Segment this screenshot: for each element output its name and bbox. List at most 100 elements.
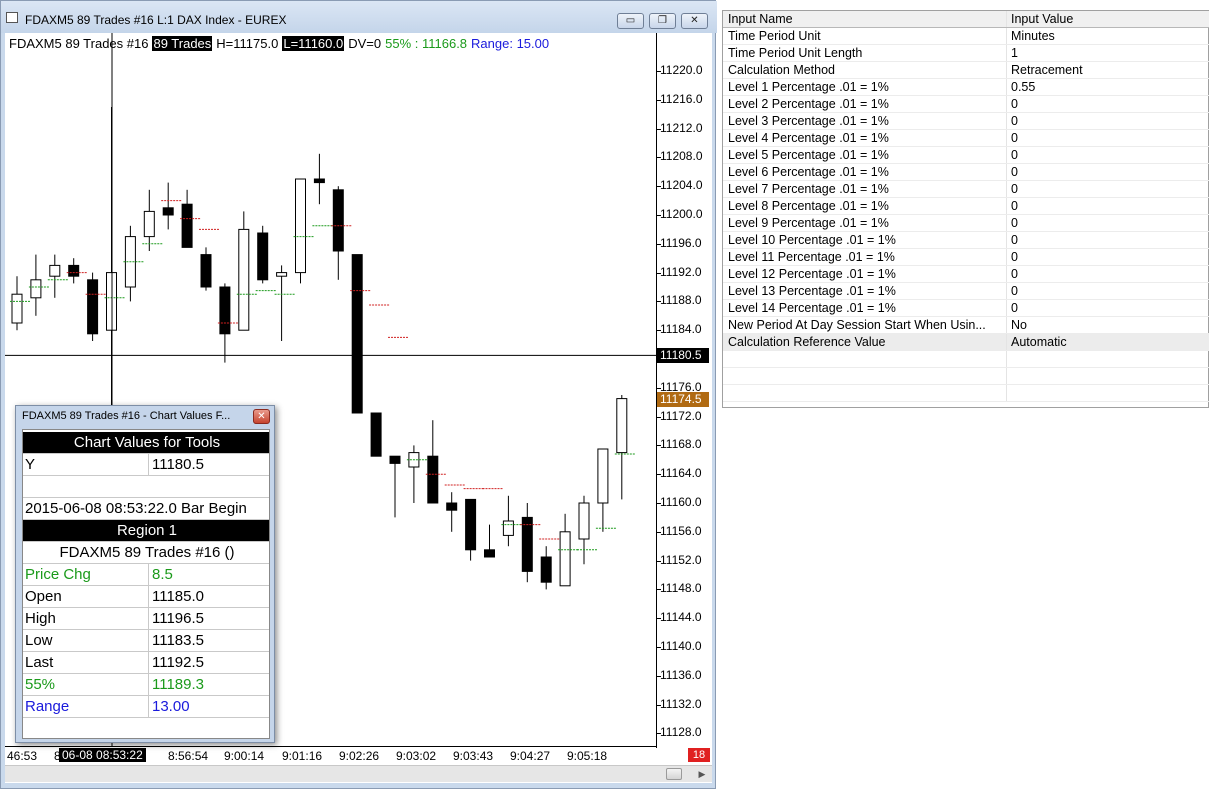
- chart-values-close-button[interactable]: ✕: [253, 409, 270, 424]
- y-row: Y 11180.5: [23, 454, 269, 476]
- input-value[interactable]: Automatic: [1006, 334, 1206, 350]
- candle-body[interactable]: [521, 516, 533, 572]
- time-tick-label: 9:03:02: [396, 749, 437, 763]
- input-row[interactable]: Level 5 Percentage .01 = 1% 0: [723, 147, 1209, 164]
- candle-body[interactable]: [68, 264, 80, 277]
- input-value[interactable]: 0: [1006, 198, 1206, 214]
- candle-body[interactable]: [49, 264, 61, 277]
- input-row[interactable]: Level 14 Percentage .01 = 1% 0: [723, 300, 1209, 317]
- input-value[interactable]: 0: [1006, 181, 1206, 197]
- price-tick-mark: [657, 618, 661, 620]
- input-value[interactable]: 0: [1006, 113, 1206, 129]
- input-value[interactable]: 0: [1006, 300, 1206, 316]
- info-symbol: FDAXM5 89 Trades #16: [9, 36, 149, 51]
- candle-body[interactable]: [540, 556, 552, 583]
- candle-body[interactable]: [219, 286, 231, 335]
- candle-body[interactable]: [427, 455, 439, 504]
- price-tick-mark: [657, 704, 661, 706]
- input-row[interactable]: Time Period Unit Minutes: [723, 28, 1209, 45]
- input-value[interactable]: 0.55: [1006, 79, 1206, 95]
- chart-values-window[interactable]: FDAXM5 89 Trades #16 - Chart Values F...…: [15, 405, 275, 743]
- input-row[interactable]: Calculation Method Retracement: [723, 62, 1209, 79]
- candle-body[interactable]: [389, 455, 401, 464]
- input-name: Level 5 Percentage .01 = 1%: [728, 148, 889, 162]
- column-input-name[interactable]: Input Name: [728, 11, 1002, 28]
- candle-body[interactable]: [351, 254, 363, 414]
- candle-body[interactable]: [200, 254, 212, 288]
- input-value[interactable]: 0: [1006, 283, 1206, 299]
- study-inputs-panel: Input Name Input Value Time Period Unit M…: [722, 10, 1209, 408]
- input-value[interactable]: 0: [1006, 147, 1206, 163]
- input-row[interactable]: Level 4 Percentage .01 = 1% 0: [723, 130, 1209, 147]
- price-tick-label: 11140.0: [660, 639, 702, 653]
- input-value[interactable]: 0: [1006, 164, 1206, 180]
- input-row[interactable]: Level 12 Percentage .01 = 1% 0: [723, 266, 1209, 283]
- input-value[interactable]: 0: [1006, 249, 1206, 265]
- candle-body[interactable]: [484, 549, 495, 558]
- time-axis[interactable]: 46:53 8 8:56:54 9:00:14 9:01:16 9:02:26 9:03:0…: [5, 746, 656, 764]
- candle-body[interactable]: [238, 228, 250, 331]
- input-value[interactable]: 1: [1006, 45, 1206, 61]
- candle-body[interactable]: [257, 232, 269, 281]
- input-value[interactable]: 0: [1006, 215, 1206, 231]
- price-tick-label: 11160.0: [660, 495, 702, 509]
- input-value[interactable]: 0: [1006, 96, 1206, 112]
- crosshair-price-label: 11180.5: [657, 348, 709, 364]
- input-value[interactable]: Retracement: [1006, 62, 1206, 78]
- candle-body[interactable]: [30, 279, 42, 299]
- candle-body[interactable]: [276, 272, 288, 277]
- input-row[interactable]: New Period At Day Session Start When Usi…: [723, 317, 1209, 334]
- horizontal-scrollbar[interactable]: ▶: [5, 765, 712, 782]
- candle-body[interactable]: [332, 189, 344, 252]
- title-bar[interactable]: FDAXM5 89 Trades #16 L:1 DAX Index - EUR…: [1, 1, 717, 33]
- input-value[interactable]: 0: [1006, 232, 1206, 248]
- input-row[interactable]: Level 6 Percentage .01 = 1% 0: [723, 164, 1209, 181]
- price-tick-mark: [657, 445, 661, 447]
- input-row[interactable]: Level 10 Percentage .01 = 1% 0: [723, 232, 1209, 249]
- input-name: Time Period Unit: [728, 29, 821, 43]
- input-row[interactable]: Calculation Reference Value Automatic: [723, 334, 1209, 351]
- input-value[interactable]: 0: [1006, 130, 1206, 146]
- price-tick-label: 11128.0: [660, 725, 702, 740]
- candle-body[interactable]: [143, 210, 155, 238]
- scroll-thumb[interactable]: [666, 768, 682, 780]
- input-value[interactable]: No: [1006, 317, 1206, 333]
- input-value[interactable]: Minutes: [1006, 28, 1206, 44]
- candle-body[interactable]: [597, 448, 609, 504]
- input-row[interactable]: Level 7 Percentage .01 = 1% 0: [723, 181, 1209, 198]
- input-name: Time Period Unit Length: [728, 46, 863, 60]
- candle-body[interactable]: [295, 178, 306, 274]
- candle-body[interactable]: [578, 502, 590, 540]
- input-row[interactable]: Level 13 Percentage .01 = 1% 0: [723, 283, 1209, 300]
- input-row[interactable]: Level 1 Percentage .01 = 1% 0.55: [723, 79, 1209, 96]
- candle-body[interactable]: [87, 279, 99, 335]
- candle-body[interactable]: [465, 498, 477, 551]
- candle-body[interactable]: [559, 531, 571, 587]
- candle-body[interactable]: [616, 398, 628, 454]
- input-row[interactable]: Level 2 Percentage .01 = 1% 0: [723, 96, 1209, 113]
- scroll-right-arrow-icon[interactable]: ▶: [695, 767, 709, 781]
- price-tick-mark: [657, 71, 661, 72]
- candle-body[interactable]: [446, 502, 458, 511]
- last-price-label: 11174.5: [657, 391, 709, 407]
- input-row[interactable]: Level 8 Percentage .01 = 1% 0: [723, 198, 1209, 215]
- candle-body[interactable]: [502, 520, 514, 536]
- candle-body[interactable]: [11, 293, 23, 324]
- restore-button[interactable]: ❐: [649, 13, 676, 29]
- input-row[interactable]: Level 11 Percentage .01 = 1% 0: [723, 249, 1209, 266]
- price-tick-mark: [657, 474, 661, 476]
- candle-body[interactable]: [370, 412, 382, 457]
- price-axis[interactable]: 11220.0 11216.0 11212.0 11208.0 11204.0 11200…: [656, 33, 712, 748]
- input-row[interactable]: Level 9 Percentage .01 = 1% 0: [723, 215, 1209, 232]
- candle-body[interactable]: [181, 203, 193, 248]
- minimize-button[interactable]: ▭: [617, 13, 644, 29]
- input-value[interactable]: 0: [1006, 266, 1206, 282]
- price-tick-label: 11220.0: [660, 63, 703, 77]
- candle-body[interactable]: [313, 178, 325, 184]
- column-input-value[interactable]: Input Value: [1006, 11, 1206, 27]
- close-button[interactable]: ✕: [681, 13, 708, 29]
- price-tick-mark: [657, 647, 661, 648]
- input-row[interactable]: Level 3 Percentage .01 = 1% 0: [723, 113, 1209, 130]
- input-row[interactable]: Time Period Unit Length 1: [723, 45, 1209, 62]
- candle-body[interactable]: [162, 207, 174, 216]
